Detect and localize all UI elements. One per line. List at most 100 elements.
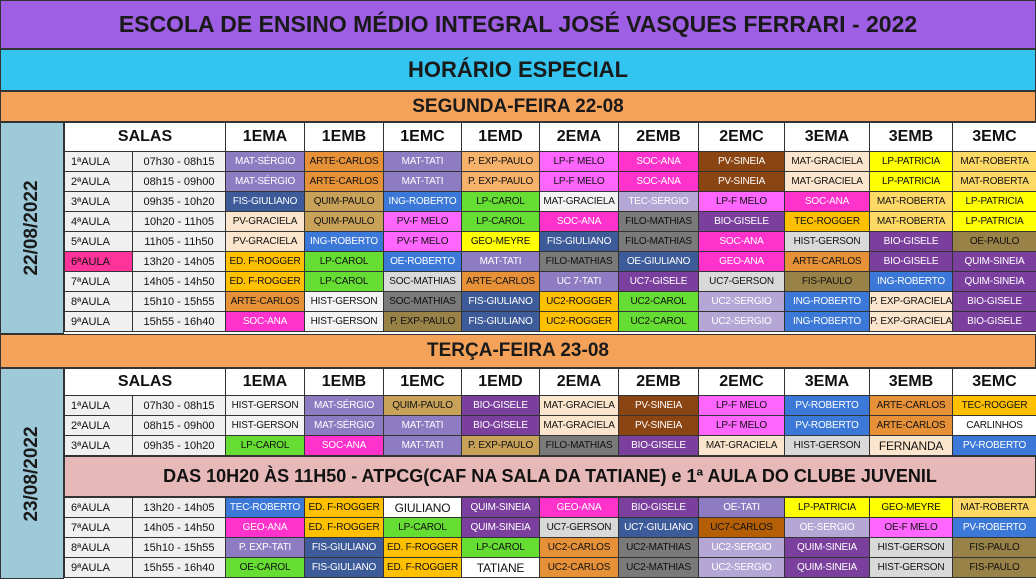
monday-heading: SEGUNDA-FEIRA 22-08 [0, 91, 1036, 122]
subject-cell: LP-CAROL [304, 271, 385, 292]
schedule-sheet: ESCOLA DE ENSINO MÉDIO INTEGRAL JOSÉ VAS… [0, 0, 1036, 579]
class-header: 2EMB [618, 368, 700, 396]
aula-number: 3ªAULA [64, 191, 133, 212]
subject-cell: UC2-CAROL [618, 311, 700, 332]
subject-cell: SOC-ANA [784, 191, 871, 212]
subject-cell: MAT-GRACIELA [539, 191, 620, 212]
subject-cell: MAT-TATI [383, 151, 463, 172]
subject-cell: LP-F MELO [698, 191, 786, 212]
subject-cell: BIO-GISELE [952, 291, 1036, 312]
subject-cell: PV-SINEIA [698, 151, 786, 172]
subject-cell: SOC-ANA [304, 435, 385, 456]
subject-cell: UC2-CAROL [618, 291, 700, 312]
subject-cell: QUIM-SINEIA [461, 517, 540, 538]
aula-time: 10h20 - 11h05 [131, 211, 227, 232]
subject-cell: P. EXP-GRACIELA [869, 291, 954, 312]
subject-cell: PV-ROBERTO [784, 395, 871, 416]
subject-cell: UC2-SERGIO [698, 557, 785, 578]
class-header: 1EMC [383, 368, 463, 396]
subject-cell: SOC-ANA [698, 231, 786, 252]
subject-cell: ING-ROBERTO [784, 311, 871, 332]
subject-cell: MAT-TATI [383, 435, 463, 456]
aula-number: 7ªAULA [64, 271, 133, 292]
subject-cell: LP-PATRICIA [952, 211, 1036, 232]
subject-cell: MAT-ROBERTA [869, 211, 954, 232]
lesson-row: 4ªAULA 10h20 - 11h05 PV-GRACIELA QUIM-PAULO… [64, 211, 1036, 232]
subject-cell: BIO-GISELE [698, 211, 786, 232]
aula-number: 8ªAULA [64, 537, 133, 558]
subject-cell: FIS-PAULO [784, 271, 871, 292]
lesson-row: 3ªAULA 09h35 - 10h20 LP-CAROL SOC-ANA MAT-TA… [64, 435, 1036, 456]
subject-cell: UC2-SERGIO [698, 291, 786, 312]
subject-cell: PV-SINEIA [698, 171, 786, 192]
lesson-row: 1ªAULA 07h30 - 08h15 MAT-SÉRGIO ARTE-CARLOS… [64, 151, 1036, 172]
subject-cell: ARTE-CARLOS [869, 415, 954, 436]
aula-time: 09h35 - 10h20 [131, 191, 227, 212]
aula-number: 8ªAULA [64, 291, 133, 312]
subject-cell: HIST-GERSON [869, 537, 953, 558]
aula-time: 07h30 - 08h15 [131, 151, 227, 172]
subject-cell: QUIM-PAULO [383, 395, 463, 416]
aula-time: 14h05 - 14h50 [132, 517, 226, 538]
subject-cell: UC2-CARLOS [539, 537, 619, 558]
subject-cell: PV-SINEIA [618, 415, 700, 436]
subject-cell: PV-ROBERTO [952, 517, 1036, 538]
schedule-subtitle: HORÁRIO ESPECIAL [0, 49, 1036, 91]
subject-cell: MAT-TATI [461, 251, 541, 272]
subject-cell: PV-SINEIA [618, 395, 700, 416]
subject-cell: P. EXP-PAULO [461, 435, 541, 456]
subject-cell: GEO-ANA [225, 517, 305, 538]
class-header: 3EMB [869, 122, 954, 152]
lesson-row: 5ªAULA 11h05 - 11h50 PV-GRACIELA ING-ROBERT… [64, 231, 1036, 252]
subject-cell: ARTE-CARLOS [461, 271, 541, 292]
subject-cell: HIST-GERSON [784, 231, 871, 252]
subject-cell: PV-ROBERTO [784, 415, 871, 436]
subject-cell: PV-GRACIELA [225, 231, 306, 252]
subject-cell: LP-CAROL [461, 191, 541, 212]
subject-cell: FIS-GIULIANO [461, 291, 541, 312]
class-header: 1EMB [304, 368, 385, 396]
subject-cell: FIS-GIULIANO [225, 191, 306, 212]
subject-cell: ING-ROBERTO [784, 291, 871, 312]
subject-cell: LP-F MELO [698, 395, 786, 416]
subject-cell: MAT-SÉRGIO [225, 171, 306, 192]
subject-cell: MAT-SÉRGIO [225, 151, 306, 172]
subject-cell: FIS-GIULIANO [539, 231, 620, 252]
subject-cell: OE-TATI [698, 497, 785, 518]
aula-time: 13h20 - 14h05 [131, 251, 227, 272]
lesson-row: 7ªAULA 14h05 - 14h50 GEO-ANA ED. F-ROGGER LP… [64, 517, 1036, 538]
aula-time: 08h15 - 09h00 [131, 171, 227, 192]
subject-cell: HIST-GERSON [225, 395, 306, 416]
aula-number: 7ªAULA [64, 517, 133, 538]
class-header: 2EMA [539, 122, 620, 152]
salas-header: SALAS [63, 122, 227, 152]
subject-cell: TEC-ROGGER [784, 211, 871, 232]
subject-cell: BIO-GISELE [952, 311, 1036, 332]
subject-cell: MAT-ROBERTA [952, 151, 1036, 172]
aula-time: 15h55 - 16h40 [132, 557, 226, 578]
class-header: 2EMB [618, 122, 700, 152]
subject-cell: FIS-PAULO [952, 557, 1036, 578]
class-header: 1EMA [225, 122, 306, 152]
subject-cell: BIO-GISELE [618, 497, 699, 518]
lesson-row: 1ªAULA 07h30 - 08h15 HIST-GERSON MAT-SÉRGIO… [64, 395, 1036, 416]
lesson-row: 6ªAULA 13h20 - 14h05 TEC-ROBERTO ED. F-ROGG… [64, 497, 1036, 518]
aula-number: 5ªAULA [64, 231, 133, 252]
subject-cell: CARLINHOS [952, 415, 1036, 436]
subject-cell: MAT-ROBERTA [869, 191, 954, 212]
aula-time: 14h05 - 14h50 [131, 271, 227, 292]
atpcg-banner: DAS 10H20 ÀS 11H50 - ATPCG(CAF NA SALA D… [64, 456, 1036, 497]
header-row: SALAS 1EMA 1EMB 1EMC 1EMD 2EMA 2EMB 2EMC 3EMA 3EM… [63, 368, 1036, 396]
subject-cell: TEC-ROBERTO [225, 497, 305, 518]
subject-cell: ARTE-CARLOS [304, 171, 385, 192]
class-header: 1EMD [461, 122, 541, 152]
subject-cell: GEO-MEYRE [869, 497, 953, 518]
subject-cell: LP-F MELO [539, 171, 620, 192]
lesson-row: 2ªAULA 08h15 - 09h00 MAT-SÉRGIO ARTE-CARLOS… [64, 171, 1036, 192]
subject-cell: LP-CAROL [461, 211, 541, 232]
subject-cell: UC7-GISELE [618, 271, 700, 292]
subject-cell: PV-F MELO [383, 211, 463, 232]
tuesday-date-label: 23/08/2022 [0, 368, 64, 579]
subject-cell: UC7-GIULIANO [618, 517, 699, 538]
subject-cell: ING-ROBERTO [869, 271, 954, 292]
